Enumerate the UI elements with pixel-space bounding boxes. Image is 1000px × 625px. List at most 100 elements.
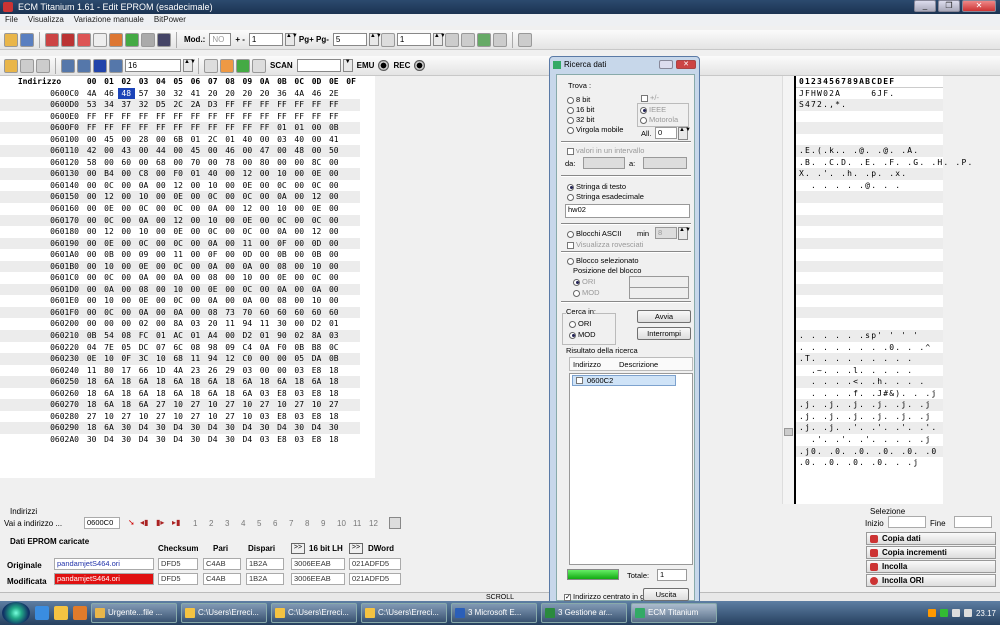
bookmark-slot[interactable]: 8 — [305, 519, 309, 528]
hex-byte-cell[interactable]: 0E — [135, 295, 152, 307]
hex-byte-cell[interactable]: 0E — [307, 168, 326, 180]
hex-byte-cell[interactable]: 70 — [238, 306, 256, 319]
grid-icon[interactable] — [141, 32, 155, 47]
bookmark-slot[interactable]: 4 — [241, 519, 245, 528]
hex-byte-cell[interactable]: 73 — [221, 306, 239, 319]
hex-byte-cell[interactable]: 0C — [100, 180, 117, 192]
hex-byte-cell[interactable]: D4 — [134, 422, 153, 434]
binoculars-icon[interactable] — [157, 32, 171, 47]
hex-byte-cell[interactable]: 00 — [221, 330, 239, 342]
hex-byte-cell[interactable]: 41 — [325, 134, 342, 146]
taskbar-item[interactable]: ECM Titanium — [631, 603, 717, 623]
hex-byte-cell[interactable]: 00 — [83, 134, 100, 146]
hex-byte-cell[interactable]: 10 — [239, 272, 256, 284]
ascii-row[interactable] — [796, 122, 943, 134]
hex-byte-cell[interactable]: 30 — [290, 422, 308, 434]
bookmark-slot[interactable]: 1 — [193, 519, 197, 528]
hex-byte-cell[interactable]: E8 — [308, 388, 325, 400]
hex-byte-cell[interactable]: 10 — [100, 260, 118, 273]
view16-icon[interactable] — [77, 58, 91, 73]
hex-byte-cell[interactable]: 18 — [221, 376, 239, 388]
hex-byte-cell[interactable]: 11 — [169, 249, 186, 261]
hex-byte-cell[interactable]: FF — [221, 122, 239, 134]
hex-byte-cell[interactable]: 01 — [290, 122, 308, 134]
hex-byte-cell[interactable]: FF — [325, 111, 342, 123]
hex-byte-cell[interactable]: 00 — [152, 226, 169, 238]
hex-byte-cell[interactable]: 30 — [152, 88, 169, 100]
hex-byte-cell[interactable]: 40 — [291, 134, 308, 146]
view8-icon[interactable] — [61, 58, 75, 73]
hex-byte-cell[interactable]: 80 — [256, 157, 273, 169]
hex-byte-cell[interactable]: 03 — [256, 388, 273, 400]
hex-byte-cell[interactable]: 10 — [100, 295, 117, 307]
hex-byte-cell[interactable]: 03 — [256, 434, 273, 446]
hex-byte-cell[interactable]: D4 — [169, 434, 186, 446]
hex-byte-cell[interactable]: 60 — [290, 306, 308, 319]
page-spinner[interactable]: ▲▼ — [368, 33, 382, 46]
ascii-pane[interactable]: 0123456789ABCDEF JFHW02A 6JF. S472.,*. .E.(… — [796, 76, 972, 504]
hex-byte-cell[interactable]: 60 — [118, 157, 135, 169]
hex-byte-cell[interactable]: 6A — [134, 376, 153, 388]
hex-byte-cell[interactable]: 00 — [273, 157, 290, 169]
hex-byte-cell[interactable]: FF — [256, 111, 273, 123]
hex-byte-cell[interactable]: 00 — [325, 168, 343, 180]
hex-byte-cell[interactable]: 40 — [239, 134, 256, 146]
media-icon[interactable] — [73, 606, 87, 620]
hex-byte-cell[interactable]: 00 — [325, 260, 343, 273]
hex-byte-cell[interactable]: 00 — [83, 249, 100, 261]
ie-icon[interactable] — [35, 606, 49, 620]
hex-byte-cell[interactable]: 0B — [325, 122, 343, 134]
hex-byte-cell[interactable]: 00 — [152, 214, 170, 227]
hex-byte-cell[interactable]: 02 — [290, 330, 308, 342]
from-field[interactable] — [583, 157, 625, 169]
hex-byte-cell[interactable]: 00 — [118, 203, 135, 215]
hex-byte-cell[interactable]: 0D — [239, 249, 256, 261]
hex-byte-cell[interactable]: 00 — [118, 249, 135, 261]
hex-byte-cell[interactable]: 45 — [186, 145, 205, 157]
ascii-row[interactable]: .j. .j. .j. .j. .j. .j — [796, 399, 943, 411]
hex-byte-cell[interactable]: 48 — [117, 87, 135, 100]
hex-byte-cell[interactable]: 10 — [152, 353, 170, 365]
hex-byte-cell[interactable]: 10 — [204, 180, 221, 192]
hex-byte-cell[interactable]: 00 — [255, 237, 274, 250]
hex-byte-cell[interactable] — [342, 388, 359, 400]
hex-byte-cell[interactable]: 44 — [152, 145, 170, 157]
hex-byte-cell[interactable]: 00 — [325, 295, 342, 307]
hex-byte-cell[interactable]: 30 — [118, 434, 135, 446]
next-icon[interactable]: ▮▸ — [156, 518, 164, 527]
hex-byte-cell[interactable]: A4 — [204, 330, 222, 342]
ascii-row[interactable] — [796, 306, 943, 319]
all-spinner[interactable]: ▲▼ — [678, 127, 691, 140]
block-mod-option[interactable]: MOD — [573, 288, 600, 297]
volume-icon[interactable] — [963, 609, 972, 617]
hex-byte-cell[interactable]: D4 — [100, 434, 117, 446]
hex-byte-cell[interactable]: 00 — [308, 134, 325, 146]
copy-data-button[interactable]: Copia dati — [866, 532, 996, 545]
hex-byte-cell[interactable]: 0E — [204, 283, 222, 296]
menu-bitpower[interactable]: BitPower — [154, 14, 186, 26]
hex-byte-cell[interactable]: 11 — [238, 237, 256, 250]
gray-square2-icon[interactable] — [36, 58, 50, 73]
ascii-row[interactable]: . . . .f. .J#&). . .j — [796, 388, 943, 400]
hex-byte-cell[interactable]: 27 — [83, 411, 100, 423]
hex-byte-cell[interactable] — [342, 365, 359, 377]
hex-byte-cell[interactable]: E8 — [308, 434, 325, 446]
hex-byte-cell[interactable] — [342, 88, 359, 100]
hex-byte-cell[interactable]: 0B — [325, 353, 343, 365]
hex-byte-cell[interactable]: 05 — [118, 342, 135, 354]
hex-byte-cell[interactable]: 30 — [187, 434, 204, 446]
hex-byte-cell[interactable]: 00 — [255, 191, 274, 204]
hex-byte-cell[interactable]: 27 — [255, 399, 274, 411]
hex-byte-cell[interactable]: FF — [255, 122, 274, 134]
hex-byte-cell[interactable]: 3C — [134, 353, 153, 365]
hex-byte-cell[interactable]: 03 — [273, 134, 290, 146]
hex-byte-cell[interactable]: 37 — [117, 99, 135, 111]
hex-byte-cell[interactable]: 78 — [221, 157, 238, 169]
clipboard-icon[interactable] — [252, 58, 266, 73]
hex-byte-cell[interactable]: 00 — [169, 145, 187, 157]
hex-byte-cell[interactable]: 43 — [117, 145, 135, 157]
hex-byte-cell[interactable] — [342, 283, 360, 296]
hex-byte-cell[interactable]: 68 — [169, 353, 187, 365]
ascii-row[interactable]: X. .'. .h. .p. .x. — [796, 168, 943, 180]
viewhex-icon[interactable] — [109, 58, 123, 73]
